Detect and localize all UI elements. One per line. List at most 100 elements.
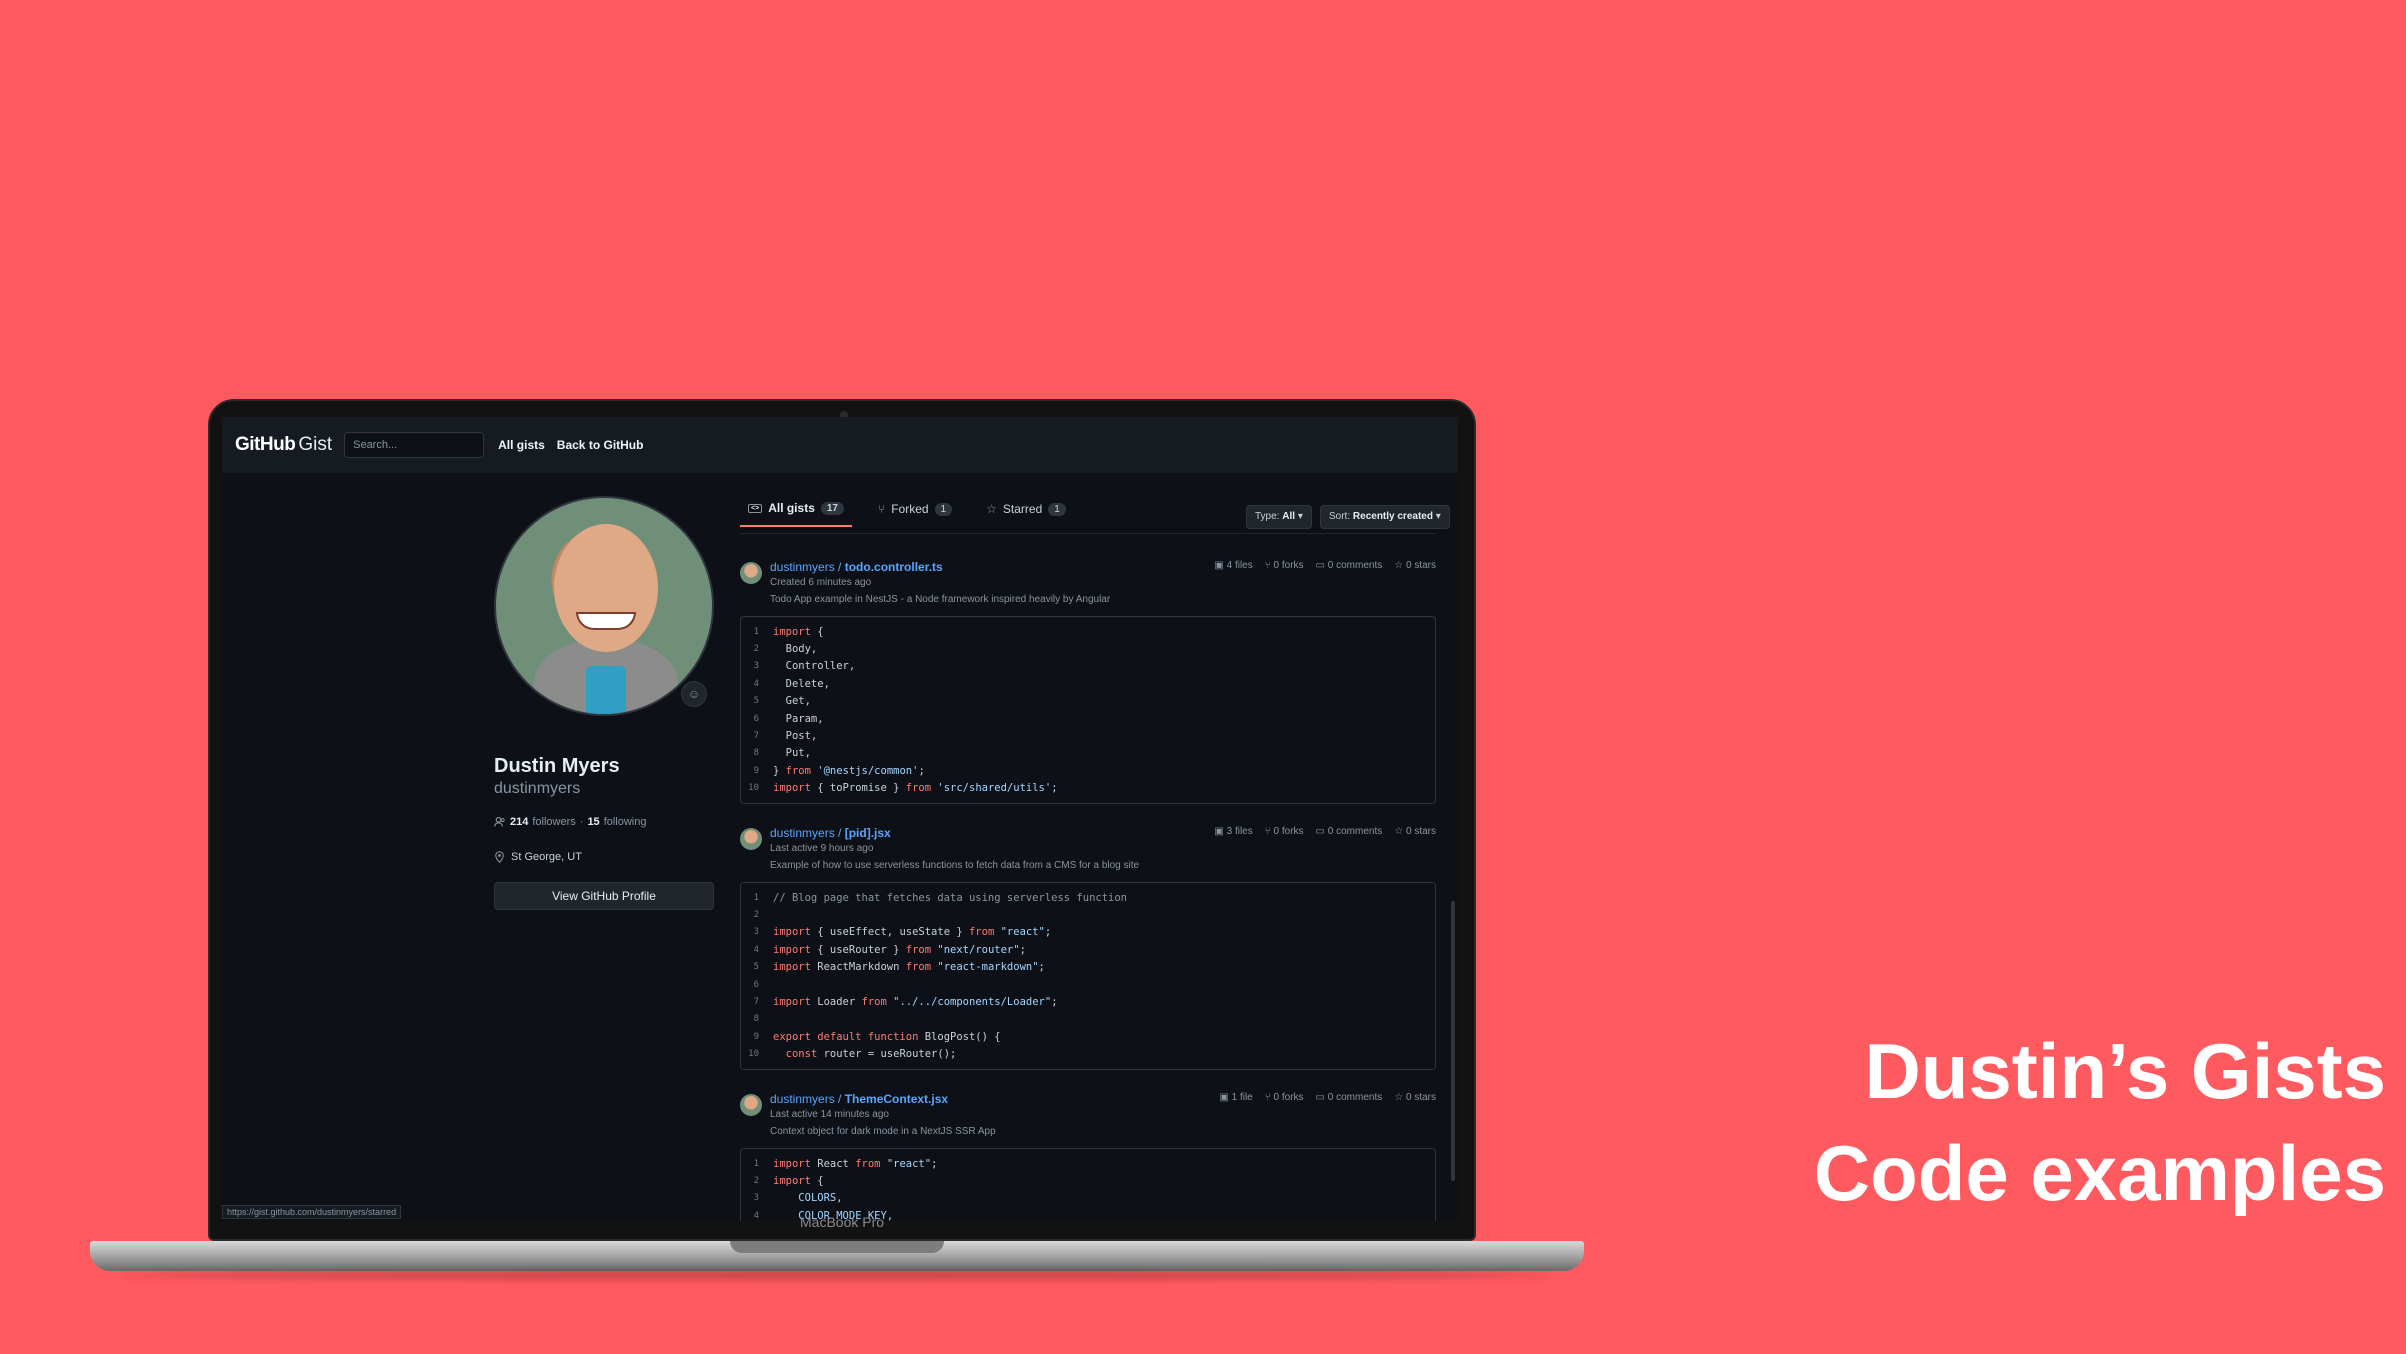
star-icon: ☆ (1394, 826, 1404, 837)
gist-header: GitHub Gist Search... All gists Back to … (222, 417, 1458, 473)
files-count-text: 1 file (1231, 1092, 1253, 1103)
comments-count[interactable]: ▭ 0 comments (1316, 826, 1383, 837)
gist-owner[interactable]: dustinmyers (770, 560, 835, 574)
gist-description: Context object for dark mode in a NextJS… (770, 1126, 996, 1137)
laptop-notch (730, 1241, 944, 1253)
gist-description: Example of how to use serverless functio… (770, 860, 1140, 871)
tab-label: Forked (891, 502, 929, 516)
forks-count[interactable]: ⑂ 0 forks (1265, 1092, 1304, 1103)
forks-count[interactable]: ⑂ 0 forks (1265, 826, 1304, 837)
comment-icon: ▭ (1315, 1092, 1325, 1103)
gist-title-link[interactable]: dustinmyers / [pid].jsx (770, 826, 891, 840)
code-square-icon: ▣ (1214, 560, 1224, 571)
tab-label: Starred (1002, 502, 1043, 516)
caption-line-1: Dustin’s Gists (1864, 1027, 2386, 1115)
comments-count-text: 0 comments (1327, 826, 1383, 837)
stars-count-text: 0 stars (1405, 560, 1436, 571)
files-count[interactable]: ▣ 1 file (1219, 1092, 1252, 1103)
forks-count[interactable]: ⑂ 0 forks (1265, 560, 1304, 571)
comments-count-text: 0 comments (1327, 560, 1383, 571)
gist-timestamp: Last active 14 minutes ago (770, 1109, 889, 1120)
gist-owner-avatar[interactable] (740, 828, 762, 850)
comments-count-text: 0 comments (1327, 1092, 1383, 1103)
followers-count[interactable]: 214 (510, 816, 528, 828)
star-icon: ☆ (986, 502, 997, 516)
type-filter-dropdown[interactable]: Type: All ▾ (1246, 505, 1312, 529)
gist-filename[interactable]: ThemeContext.jsx (845, 1092, 948, 1106)
gist-owner-avatar[interactable] (740, 1094, 762, 1116)
people-icon (494, 816, 505, 827)
view-github-profile-button[interactable]: View GitHub Profile (494, 882, 714, 910)
gist-title-link[interactable]: dustinmyers / todo.controller.ts (770, 560, 943, 574)
files-count-text: 3 files (1226, 826, 1253, 837)
nav-all-gists[interactable]: All gists (498, 438, 545, 452)
profile-name: Dustin Myers (494, 755, 620, 777)
stars-count[interactable]: ☆ 0 stars (1394, 1092, 1436, 1103)
tab-count: 17 (820, 501, 844, 515)
fork-icon: ⑂ (1264, 1092, 1271, 1103)
comment-icon: ▭ (1315, 826, 1325, 837)
location-pin-icon (495, 851, 504, 863)
star-icon: ☆ (1394, 560, 1404, 571)
followers-label[interactable]: followers (532, 816, 575, 828)
type-filter-label: Type: (1255, 511, 1280, 522)
following-count[interactable]: 15 (587, 816, 599, 828)
gist-filename[interactable]: todo.controller.ts (845, 560, 943, 574)
tab-all-gists[interactable]: <> All gists 17 (740, 501, 852, 527)
comments-count[interactable]: ▭ 0 comments (1316, 560, 1383, 571)
fork-icon: ⑂ (1264, 560, 1271, 571)
caret-down-icon: ▾ (1435, 511, 1441, 522)
forks-count-text: 0 forks (1273, 826, 1304, 837)
scrollbar[interactable] (1451, 901, 1455, 1181)
separator-dot: · (579, 816, 584, 828)
laptop-shadow (120, 1271, 1554, 1279)
profile-login: dustinmyers (494, 780, 581, 797)
tab-forked[interactable]: ⑂ Forked 1 (870, 501, 960, 527)
tabs-divider (740, 533, 1436, 534)
smiley-icon[interactable]: ☺ (681, 681, 707, 707)
gist-description: Todo App example in NestJS - a Node fram… (770, 594, 1111, 605)
gist-owner[interactable]: dustinmyers (770, 826, 835, 840)
code-preview[interactable]: 1 import React from "react"; 2 import { 3 … (740, 1148, 1436, 1221)
files-count[interactable]: ▣ 4 files (1214, 560, 1252, 571)
location: St George, UT (494, 851, 582, 863)
tab-starred[interactable]: ☆ Starred 1 (978, 501, 1074, 527)
following-label[interactable]: following (604, 816, 647, 828)
type-filter-value: All (1282, 511, 1296, 522)
code-square-icon: <> (748, 503, 763, 513)
code-square-icon: ▣ (1214, 826, 1224, 837)
sort-filter-value: Recently created (1352, 511, 1433, 522)
nav-back-to-github[interactable]: Back to GitHub (557, 438, 644, 452)
files-count[interactable]: ▣ 3 files (1214, 826, 1252, 837)
gist-stats: ▣ 3 files ⑂ 0 forks ▭ 0 comments ☆ 0 sta… (1214, 826, 1436, 837)
search-input[interactable]: Search... (344, 432, 485, 458)
comments-count[interactable]: ▭ 0 comments (1316, 1092, 1383, 1103)
location-text: St George, UT (511, 851, 582, 863)
avatar (494, 496, 714, 716)
gist-filename[interactable]: [pid].jsx (845, 826, 891, 840)
fork-icon: ⑂ (878, 502, 886, 516)
gist-owner[interactable]: dustinmyers (770, 1092, 835, 1106)
gist-timestamp: Created 6 minutes ago (770, 577, 872, 588)
gist-title-link[interactable]: dustinmyers / ThemeContext.jsx (770, 1092, 948, 1106)
tab-count: 1 (1048, 502, 1066, 516)
fork-icon: ⑂ (1264, 826, 1271, 837)
code-preview[interactable]: 1// Blog page that fetches data using se… (740, 882, 1436, 1070)
logo-gist-text: Gist (298, 434, 333, 455)
gist-owner-avatar[interactable] (740, 562, 762, 584)
comment-icon: ▭ (1315, 560, 1325, 571)
stars-count-text: 0 stars (1405, 826, 1436, 837)
gist-stats: ▣ 1 file ⑂ 0 forks ▭ 0 comments ☆ 0 star… (1219, 1092, 1436, 1103)
sort-filter-label: Sort: (1329, 511, 1351, 522)
sort-filter-dropdown[interactable]: Sort: Recently created ▾ (1320, 505, 1450, 529)
stars-count[interactable]: ☆ 0 stars (1394, 826, 1436, 837)
gist-tabs: <> All gists 17 ⑂ Forked 1 ☆ Starred 1 (740, 501, 1074, 527)
files-count-text: 4 files (1226, 560, 1253, 571)
code-preview[interactable]: 1 import { 2 Body, 3 Controller, 4 Delete… (740, 616, 1436, 804)
follow-stats: 214 followers · 15 following (494, 816, 647, 828)
stars-count[interactable]: ☆ 0 stars (1394, 560, 1436, 571)
tab-label: All gists (768, 501, 815, 515)
star-icon: ☆ (1394, 1092, 1404, 1103)
github-gist-logo[interactable]: GitHub Gist (235, 434, 332, 456)
status-bar-url: https://gist.github.com/dustinmyers/star… (222, 1205, 402, 1219)
